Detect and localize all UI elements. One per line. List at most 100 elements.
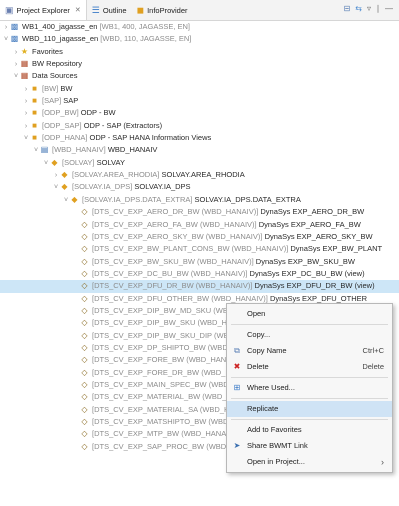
folder-icon: ■ — [32, 133, 37, 143]
datasource-icon: ◇ — [81, 404, 88, 414]
tree-item-technical-name: [ODP_SAP] — [42, 120, 84, 130]
tree-item[interactable]: ˅ ▦ Data Sources — [0, 70, 399, 82]
datasource-icon: ◇ — [81, 244, 88, 254]
tree-item-technical-name: [SOLVAY] — [62, 157, 97, 167]
tree-item[interactable]: › ★ Favorites — [0, 46, 399, 58]
tree-item-label: SOLVAY — [96, 157, 125, 167]
datasource-icon: ◇ — [81, 379, 88, 389]
menu-item-label: Copy... — [247, 330, 271, 339]
outline-icon: ☰ — [91, 4, 100, 15]
link-with-editor-icon[interactable]: ⇆ — [355, 4, 362, 13]
tree-item-technical-name: [DTS_CV_EXP_DFU_OTHER_BW (WBD_HANAIV)] — [92, 293, 270, 303]
tree-item[interactable]: ◇ [DTS_CV_EXP_AERO_FA_BW (WBD_HANAIV)] Dy… — [0, 219, 399, 231]
tree-item-label: DynaSys EXP_BW_SKU_BW — [255, 256, 355, 266]
tree-item-label: ODP - BW — [80, 108, 116, 118]
bw-repository-icon: ▦ — [20, 59, 29, 69]
menu-item-replicate[interactable]: Replicate — [227, 401, 392, 417]
tree-item-technical-name: [DTS_CV_EXP_BW_SKU_BW (WBD_HANAIV)] — [92, 256, 256, 266]
tree-item[interactable]: › ▦ BW Repository — [0, 58, 399, 70]
tree-item-label: DynaSys EXP_DC_BU_BW (view) — [249, 268, 365, 278]
tree-item[interactable]: › ■ [ODP_SAP] ODP - SAP (Extractors) — [0, 120, 399, 132]
tree-item-label: ODP - SAP HANA Information Views — [89, 133, 212, 143]
maximize-icon[interactable]: — — [385, 4, 393, 13]
datasource-icon: ◇ — [81, 219, 88, 229]
tree-item[interactable]: ◇ [DTS_CV_EXP_DFU_DR_BW (WBD_HANAIV)] Dyn… — [0, 280, 399, 293]
tree-item[interactable]: ˅ ◆ [SOLVAY] SOLVAY — [0, 157, 399, 169]
menu-item-delete[interactable]: ✖ Delete Delete — [227, 359, 392, 375]
project-explorer-icon: ▣ — [5, 4, 14, 15]
tab-outline[interactable]: ☰ Outline — [87, 0, 132, 20]
tree-item-label: ODP - SAP (Extractors) — [83, 120, 163, 130]
menu-item-copy[interactable]: Copy... — [227, 327, 392, 343]
tree-item[interactable]: ◇ [DTS_CV_EXP_BW_PLANT_CONS_BW (WBD_HANAI… — [0, 243, 399, 255]
tree-item-decoration: [WBD, 110, JAGASSE, EN] — [98, 34, 192, 44]
tree-item[interactable]: ˅ ◆ [SOLVAY.IA_DPS.DATA_EXTRA] SOLVAY.IA_D… — [0, 194, 399, 206]
tree-item-label: DynaSys EXP_AERO_DR_BW — [260, 207, 365, 217]
infoprovider-icon: ◼ — [136, 4, 145, 15]
datasource-icon: ◇ — [81, 305, 88, 315]
datasource-icon: ◇ — [81, 392, 88, 402]
menu-item-label: Replicate — [247, 404, 279, 413]
menu-item-copy-name[interactable]: ⧉ Copy Name Ctrl+C — [227, 343, 392, 359]
datasource-icon: ◇ — [81, 441, 88, 451]
folder-icon: ■ — [32, 120, 37, 130]
tree-item[interactable]: › ▩ WB1_400_jagasse_en [WB1, 400, JAGASSE,… — [0, 21, 399, 33]
tree-item-label: SOLVAY.AREA_RHODIA — [161, 170, 245, 180]
datasource-icon: ◇ — [81, 417, 88, 426]
tree-item-label: DynaSys EXP_BW_PLANT — [290, 244, 383, 254]
tree-item[interactable]: › ◆ [SOLVAY.AREA_RHODIA] SOLVAY.AREA_RHODI… — [0, 169, 399, 181]
menu-separator — [231, 324, 388, 325]
datasource-icon: ◇ — [81, 355, 88, 365]
menu-item-add-to-favorites[interactable]: Add to Favorites — [227, 422, 392, 438]
minimize-icon[interactable]: ∣ — [376, 4, 380, 13]
datasource-icon: ◇ — [81, 231, 88, 241]
tree-item[interactable]: ˅ ■ [ODP_HANA] ODP - SAP HANA Information … — [0, 132, 399, 144]
tree-item-label: Favorites — [32, 46, 63, 56]
tree-item[interactable]: › ■ [ODP_BW] ODP - BW — [0, 107, 399, 119]
menu-item-label: Share BWMT Link — [247, 441, 308, 450]
datasource-icon: ◇ — [81, 207, 88, 217]
view-toolbar: ⊟ ⇆ ▿ ∣ — — [344, 4, 393, 13]
submenu-arrow-icon: › — [381, 457, 384, 467]
tree-item-technical-name: [SOLVAY.AREA_RHODIA] — [72, 170, 162, 180]
close-icon[interactable]: ✕ — [75, 6, 81, 14]
tree-item[interactable]: › ■ [SAP] SAP — [0, 95, 399, 107]
tab-infoprovider[interactable]: ◼ InfoProvider — [132, 0, 193, 20]
tree-item[interactable]: ◇ [DTS_CV_EXP_DC_BU_BW (WBD_HANAIV)] Dyna… — [0, 268, 399, 280]
tab-project-explorer[interactable]: ▣ Project Explorer ✕ — [0, 0, 87, 20]
collapse-all-icon[interactable]: ⊟ — [344, 4, 351, 13]
tree-item[interactable]: ˅ ▤ [WBD_HANAIV] WBD_HANAIV — [0, 144, 399, 156]
datasource-icon: ◇ — [81, 256, 88, 266]
tree-item[interactable]: ◇ [DTS_CV_EXP_BW_SKU_BW (WBD_HANAIV)] Dyn… — [0, 256, 399, 268]
menu-item-share-bwmt-link[interactable]: ➤ Share BWMT Link — [227, 438, 392, 454]
menu-item-label: Where Used... — [247, 383, 295, 392]
view-tab-bar: ▣ Project Explorer ✕ ☰ Outline ◼ InfoPro… — [0, 0, 399, 21]
view-menu-icon[interactable]: ▿ — [367, 4, 371, 13]
tree-item[interactable]: › ■ [BW] BW — [0, 83, 399, 95]
tree-item-label: DynaSys EXP_AERO_SKY_BW — [264, 231, 373, 241]
menu-separator — [231, 377, 388, 378]
tree-item-technical-name: [BW] — [42, 83, 61, 93]
tree-item[interactable]: ◇ [DTS_CV_EXP_AERO_SKY_BW (WBD_HANAIV)] D… — [0, 231, 399, 243]
menu-item-label: Open — [247, 309, 266, 318]
datasource-icon: ◇ — [81, 281, 88, 291]
data-sources-icon: ▦ — [20, 71, 29, 81]
project-icon: ▩ — [10, 34, 19, 44]
copy-icon: ⧉ — [234, 346, 240, 355]
tree-item-technical-name: [DTS_CV_EXP_FORE_BW (WBD_HANAIV)] — [92, 355, 245, 365]
tree-item-label: SAP — [63, 96, 79, 106]
menu-item-open-in-project[interactable]: Open in Project... › — [227, 454, 392, 470]
context-menu: Open Copy... ⧉ Copy Name Ctrl+C ✖ Delete Delete… — [226, 303, 393, 473]
menu-item-open[interactable]: Open — [227, 306, 392, 322]
project-icon: ▩ — [10, 22, 19, 31]
tree-item-label: DynaSys EXP_AERO_FA_BW — [258, 219, 361, 229]
tree-item-technical-name: [ODP_BW] — [42, 108, 81, 118]
package-icon: ◆ — [51, 157, 58, 167]
tree-item-label: DynaSys EXP_DFU_OTHER — [269, 293, 368, 303]
menu-item-where-used[interactable]: ⊞ Where Used... — [227, 380, 392, 396]
menu-separator — [231, 419, 388, 420]
tree-item[interactable]: ˅ ◆ [SOLVAY.IA_DPS] SOLVAY.IA_DPS — [0, 181, 399, 193]
tree-item[interactable]: ˅ ▩ WBD_110_jagasse_en [WBD, 110, JAGASSE,… — [0, 33, 399, 45]
tree-item-label: Data Sources — [32, 71, 78, 81]
tree-item[interactable]: ◇ [DTS_CV_EXP_AERO_DR_BW (WBD_HANAIV)] Dy… — [0, 206, 399, 218]
